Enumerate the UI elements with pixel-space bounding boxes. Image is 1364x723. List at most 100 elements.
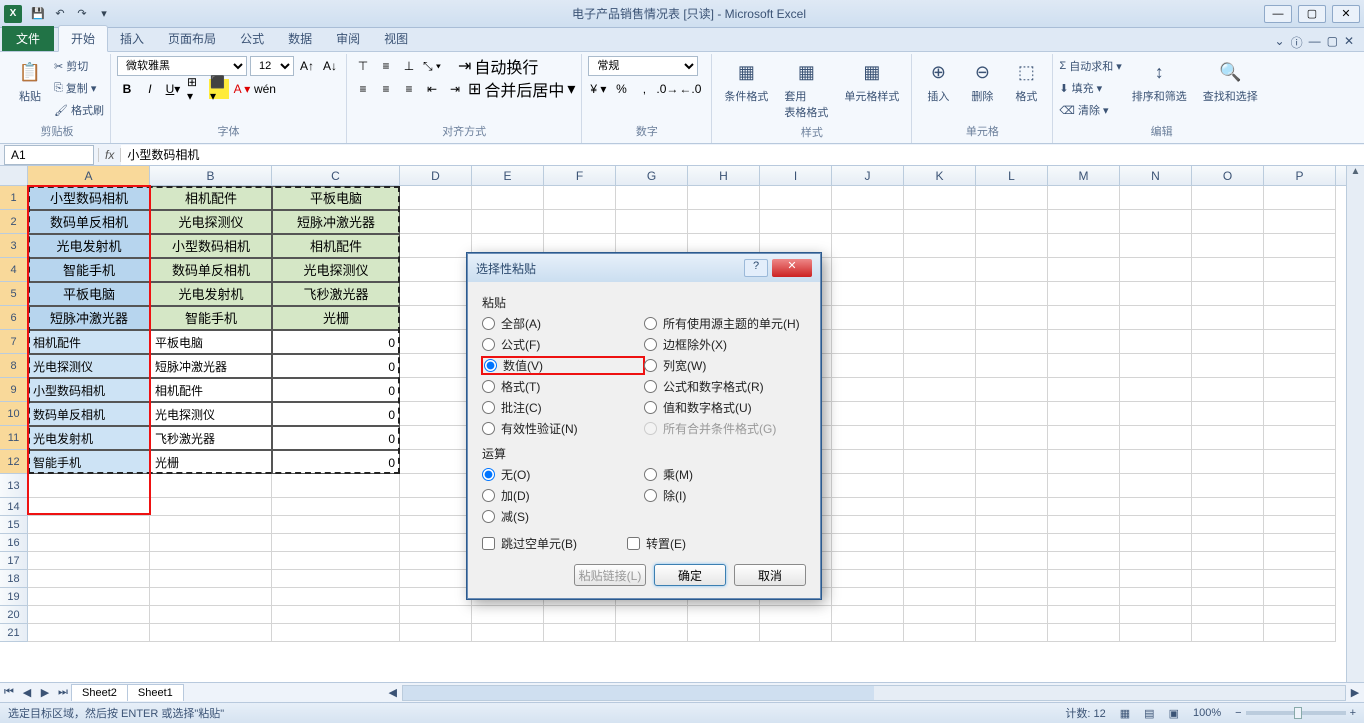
cell[interactable]: 短脉冲激光器 xyxy=(28,306,150,330)
bold-button[interactable]: B xyxy=(117,79,137,99)
cell[interactable] xyxy=(976,498,1048,516)
cell[interactable] xyxy=(544,606,616,624)
ribbon-tab[interactable]: 插入 xyxy=(108,26,156,51)
formula-input[interactable] xyxy=(121,145,1364,165)
cell[interactable]: 小型数码相机 xyxy=(28,378,150,402)
cell[interactable] xyxy=(760,186,832,210)
cell[interactable] xyxy=(472,624,544,642)
cell[interactable] xyxy=(1192,282,1264,306)
cell[interactable] xyxy=(400,450,472,474)
cell[interactable] xyxy=(1120,378,1192,402)
cell[interactable] xyxy=(1048,498,1120,516)
cell[interactable] xyxy=(1192,306,1264,330)
cell[interactable] xyxy=(1120,516,1192,534)
cell[interactable] xyxy=(1120,498,1192,516)
decrease-decimal-icon[interactable]: ←.0 xyxy=(680,79,700,99)
shrink-font-icon[interactable]: A↓ xyxy=(320,56,340,76)
row-header[interactable]: 7 xyxy=(0,330,28,354)
cell[interactable] xyxy=(904,588,976,606)
cell[interactable] xyxy=(150,534,272,552)
cell[interactable] xyxy=(400,306,472,330)
cell[interactable] xyxy=(904,498,976,516)
cell[interactable] xyxy=(1264,258,1336,282)
comma-icon[interactable]: , xyxy=(634,79,654,99)
cell[interactable] xyxy=(28,498,150,516)
delete-cells-button[interactable]: ⊖删除 xyxy=(962,56,1002,106)
cell[interactable] xyxy=(1192,534,1264,552)
cell[interactable] xyxy=(832,402,904,426)
cell[interactable] xyxy=(1192,624,1264,642)
ribbon-minimize-icon[interactable]: ⌄ xyxy=(1275,34,1285,51)
column-header[interactable]: K xyxy=(904,166,976,185)
sheet-tab[interactable]: Sheet2 xyxy=(71,684,128,701)
cell[interactable] xyxy=(760,210,832,234)
cell[interactable] xyxy=(272,552,400,570)
cell[interactable] xyxy=(1120,606,1192,624)
row-header[interactable]: 19 xyxy=(0,588,28,606)
cell[interactable]: 光电发射机 xyxy=(150,282,272,306)
cell[interactable] xyxy=(832,330,904,354)
radio-div[interactable]: 除(I) xyxy=(644,487,806,504)
cell[interactable] xyxy=(616,210,688,234)
cell[interactable] xyxy=(1120,210,1192,234)
indent-increase-icon[interactable]: ⇥ xyxy=(445,79,465,99)
cell[interactable] xyxy=(904,330,976,354)
cell[interactable] xyxy=(904,426,976,450)
column-header[interactable]: O xyxy=(1192,166,1264,185)
cell[interactable] xyxy=(976,306,1048,330)
cell[interactable] xyxy=(544,210,616,234)
cell-styles-button[interactable]: ▦单元格样式 xyxy=(838,56,905,106)
wrap-text-button[interactable]: ⇥ 自动换行 xyxy=(458,56,538,76)
view-layout-icon[interactable]: ▤ xyxy=(1144,707,1154,720)
currency-icon[interactable]: ¥ ▾ xyxy=(588,79,608,99)
cell[interactable] xyxy=(1264,588,1336,606)
cell[interactable]: 智能手机 xyxy=(150,306,272,330)
cell[interactable] xyxy=(904,570,976,588)
cell[interactable] xyxy=(150,606,272,624)
cell[interactable] xyxy=(832,552,904,570)
cell[interactable] xyxy=(976,186,1048,210)
font-name-select[interactable]: 微软雅黑 xyxy=(117,56,247,76)
row-header[interactable]: 6 xyxy=(0,306,28,330)
cell[interactable] xyxy=(1120,624,1192,642)
column-header[interactable]: F xyxy=(544,166,616,185)
cell[interactable]: 数码单反相机 xyxy=(28,402,150,426)
cell[interactable] xyxy=(1192,402,1264,426)
column-header[interactable]: D xyxy=(400,166,472,185)
ribbon-tab[interactable]: 审阅 xyxy=(324,26,372,51)
column-header[interactable]: H xyxy=(688,166,760,185)
cell[interactable] xyxy=(976,258,1048,282)
cell[interactable] xyxy=(400,498,472,516)
cell[interactable] xyxy=(150,552,272,570)
zoom-slider[interactable]: − + xyxy=(1235,707,1356,719)
column-header[interactable]: P xyxy=(1264,166,1336,185)
cell[interactable] xyxy=(904,474,976,498)
cell[interactable] xyxy=(1264,426,1336,450)
cell[interactable] xyxy=(904,234,976,258)
cell[interactable] xyxy=(1048,210,1120,234)
cell[interactable] xyxy=(28,570,150,588)
cell[interactable] xyxy=(904,258,976,282)
cell[interactable] xyxy=(400,282,472,306)
cell[interactable] xyxy=(544,624,616,642)
sort-filter-button[interactable]: ↕排序和筛选 xyxy=(1126,56,1193,106)
cell[interactable] xyxy=(400,474,472,498)
cell[interactable] xyxy=(1048,258,1120,282)
cell[interactable] xyxy=(1192,498,1264,516)
dialog-help-button[interactable]: ? xyxy=(744,259,768,277)
cell[interactable] xyxy=(400,330,472,354)
underline-button[interactable]: U ▾ xyxy=(163,79,183,99)
cell[interactable] xyxy=(1264,234,1336,258)
row-header[interactable]: 11 xyxy=(0,426,28,450)
cell[interactable] xyxy=(976,330,1048,354)
clear-button[interactable]: ⌫ 清除 ▾ xyxy=(1059,100,1121,120)
cell[interactable] xyxy=(400,516,472,534)
cut-button[interactable]: ✂ 剪切 xyxy=(54,56,104,76)
row-header[interactable]: 18 xyxy=(0,570,28,588)
cell[interactable] xyxy=(1264,282,1336,306)
cell[interactable] xyxy=(832,624,904,642)
cell[interactable]: 光电探测仪 xyxy=(28,354,150,378)
radio-values[interactable]: 数值(V) xyxy=(482,357,644,374)
cell[interactable] xyxy=(1120,552,1192,570)
cell[interactable] xyxy=(544,186,616,210)
